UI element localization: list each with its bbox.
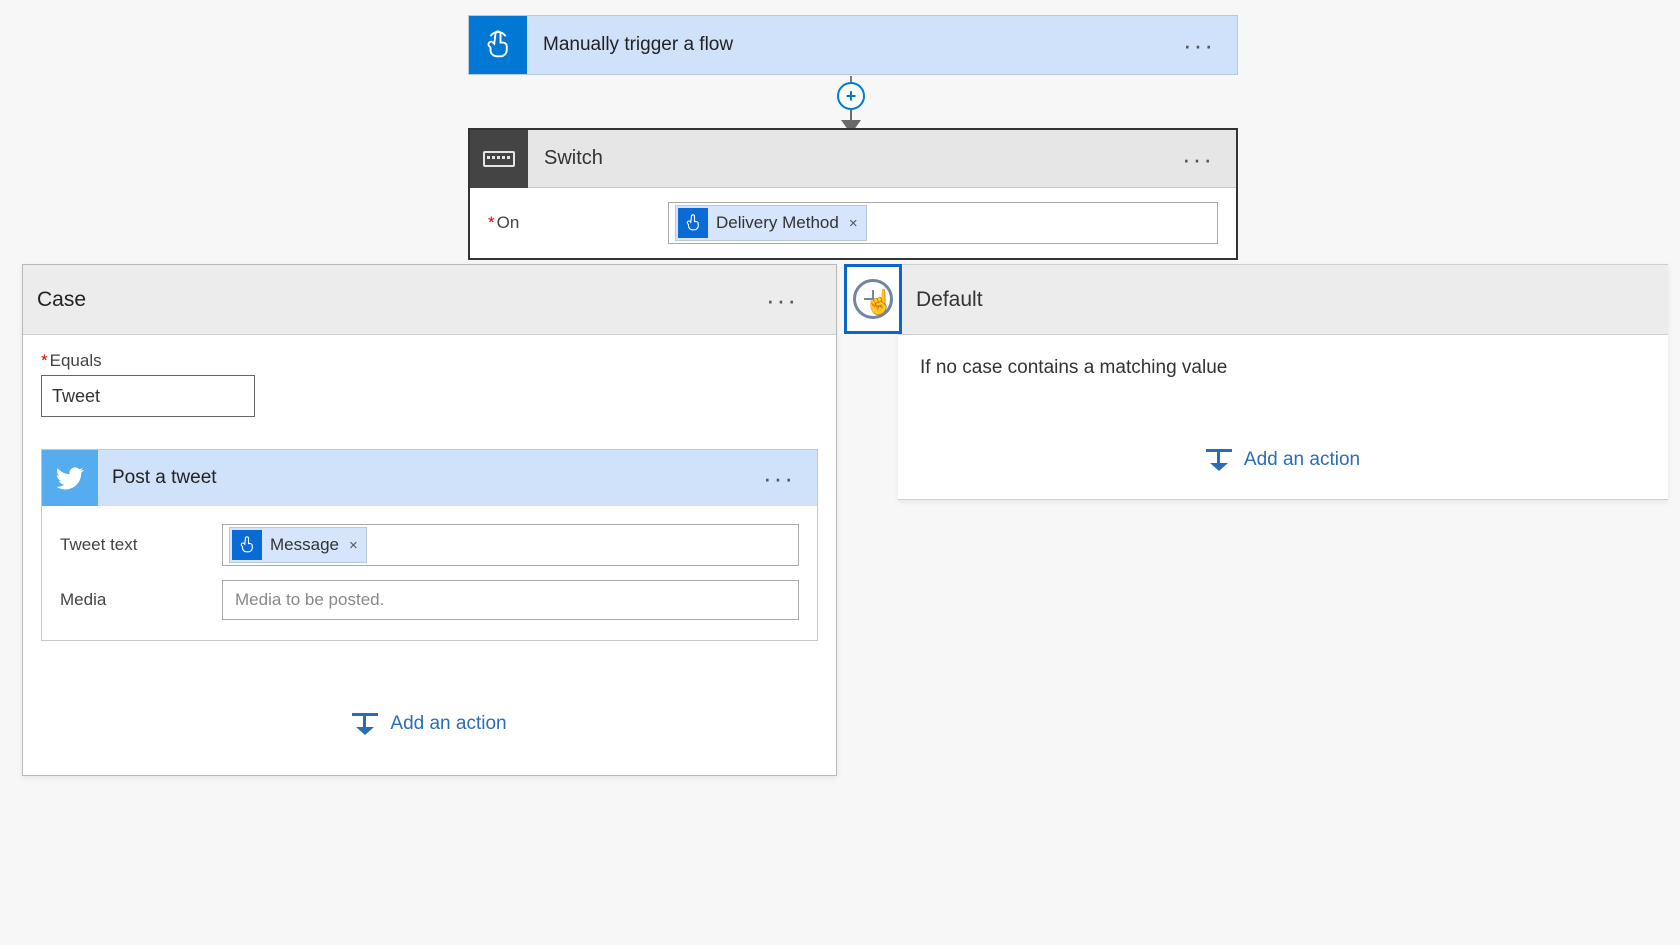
post-tweet-menu-ellipsis-icon[interactable]: ··· (763, 473, 817, 483)
default-header[interactable]: Default (898, 265, 1668, 335)
manual-trigger-icon (469, 16, 527, 74)
twitter-icon (42, 450, 98, 506)
token-remove-icon[interactable]: × (849, 215, 858, 232)
add-case-button[interactable] (844, 264, 902, 334)
default-panel: Default If no case contains a matching v… (898, 264, 1668, 500)
case-equals-label: *Equals (41, 351, 818, 371)
case-menu-ellipsis-icon[interactable]: ··· (766, 295, 820, 305)
switch-body: *On Delivery Method × (470, 188, 1236, 258)
switch-header: Switch ··· (470, 130, 1236, 188)
media-placeholder: Media to be posted. (229, 590, 384, 610)
trigger-card[interactable]: Manually trigger a flow ··· (468, 15, 1238, 75)
case-title: Case (37, 288, 766, 312)
token-label: Message (270, 535, 339, 555)
add-action-icon (352, 713, 378, 735)
token-remove-icon[interactable]: × (349, 537, 358, 554)
default-add-action-button[interactable]: Add an action (920, 449, 1646, 471)
trigger-title: Manually trigger a flow (543, 34, 1183, 56)
manual-trigger-token-icon (232, 530, 262, 560)
switch-title: Switch (544, 147, 1182, 170)
token-delivery-method[interactable]: Delivery Method × (675, 205, 867, 241)
case-add-action-button[interactable]: Add an action (41, 713, 818, 735)
case-body: *Equals Tweet Post a tweet ··· Tweet tex… (23, 335, 836, 775)
flow-connector: + (835, 76, 867, 134)
switch-icon (470, 130, 528, 188)
case-equals-input[interactable]: Tweet (41, 375, 255, 417)
default-description: If no case contains a matching value (920, 357, 1646, 379)
default-title: Default (916, 288, 983, 312)
add-action-icon (1206, 449, 1232, 471)
media-label: Media (60, 590, 222, 610)
token-label: Delivery Method (716, 213, 839, 233)
case-panel: Case ··· *Equals Tweet Post a tweet ··· … (22, 264, 837, 776)
plus-circle-icon (853, 279, 893, 319)
switch-card[interactable]: Switch ··· *On Delivery Method × (468, 128, 1238, 260)
media-input[interactable]: Media to be posted. (222, 580, 799, 620)
case-header[interactable]: Case ··· (23, 265, 836, 335)
manual-trigger-token-icon (678, 208, 708, 238)
insert-step-button[interactable]: + (837, 82, 865, 110)
trigger-menu-ellipsis-icon[interactable]: ··· (1183, 40, 1237, 50)
token-message[interactable]: Message × (229, 527, 367, 563)
switch-on-label: *On (488, 213, 668, 233)
tweet-text-label: Tweet text (60, 535, 222, 555)
post-tweet-title: Post a tweet (112, 467, 763, 489)
add-action-label: Add an action (390, 713, 506, 735)
add-action-label: Add an action (1244, 449, 1360, 471)
switch-on-input[interactable]: Delivery Method × (668, 202, 1218, 244)
post-tweet-header[interactable]: Post a tweet ··· (42, 450, 817, 506)
switch-menu-ellipsis-icon[interactable]: ··· (1182, 154, 1236, 164)
post-tweet-action-card: Post a tweet ··· Tweet text Message × (41, 449, 818, 641)
tweet-text-input[interactable]: Message × (222, 524, 799, 566)
